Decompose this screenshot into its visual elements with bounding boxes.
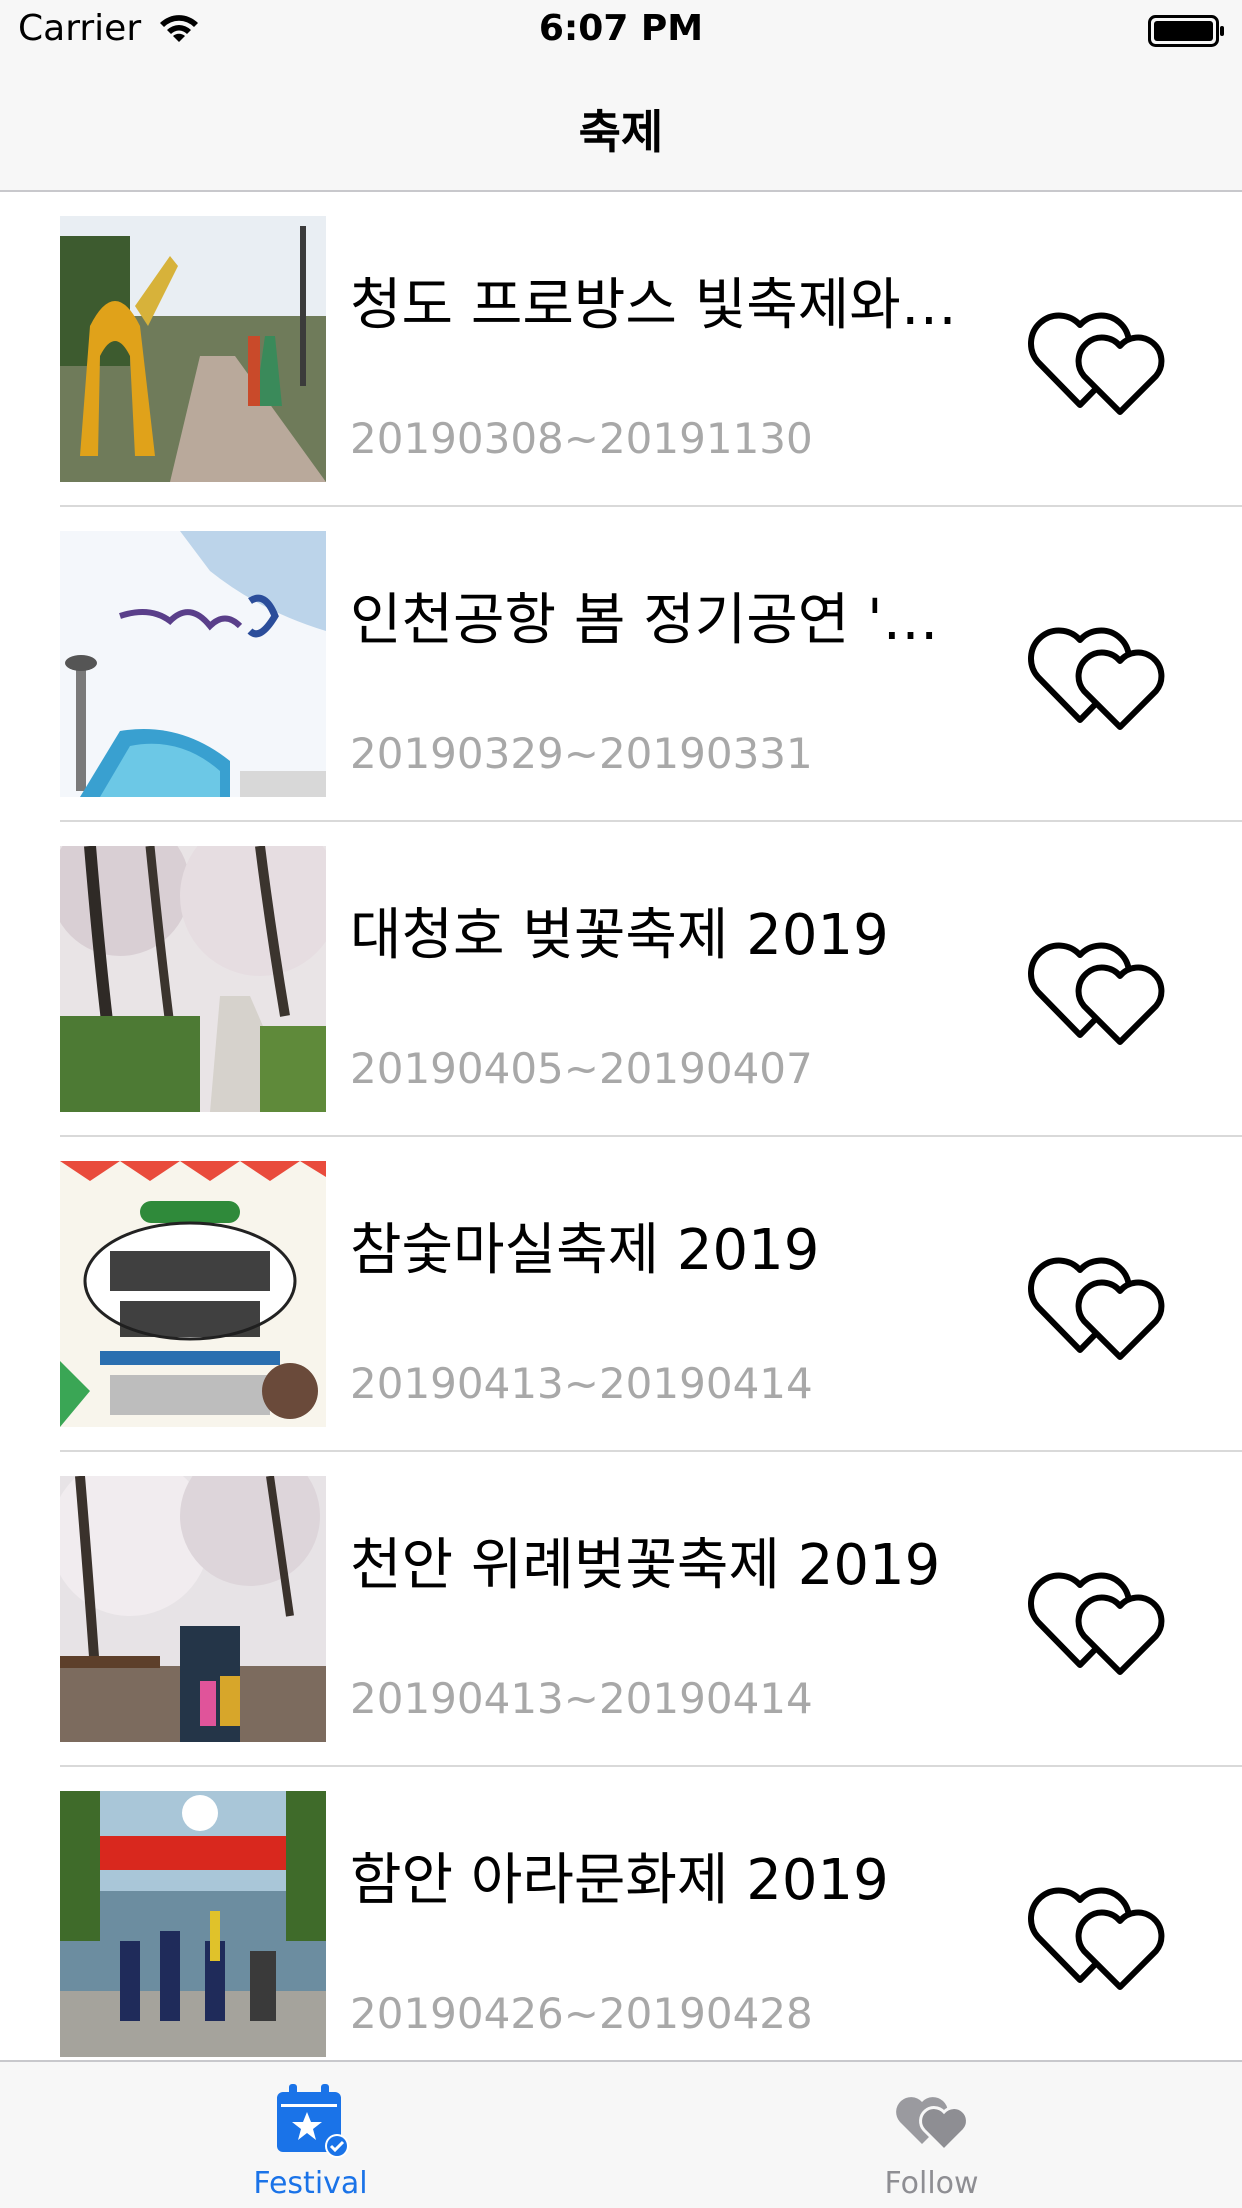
festival-title: 대청호 벚꽃축제 2019	[350, 903, 889, 968]
festival-thumbnail	[60, 531, 326, 797]
follow-hearts-icon[interactable]	[1020, 1225, 1180, 1365]
festival-row[interactable]: 참숯마실축제 2019 20190413~20190414	[0, 1137, 1242, 1452]
festival-date: 20190405~20190407	[350, 1044, 813, 1093]
calendar-star-icon	[276, 2084, 349, 2158]
tab-follow[interactable]: Follow	[621, 2062, 1242, 2208]
screen: Carrier 6:07 PM 축제 청도 프로방스 빛축제와 달 201903…	[0, 0, 1242, 2208]
festival-title: 천안 위례벚꽃축제 2019	[350, 1533, 941, 1598]
follow-hearts-icon[interactable]	[1020, 595, 1180, 735]
festival-thumbnail	[60, 216, 326, 482]
festival-date: 20190308~20191130	[350, 414, 813, 463]
festival-thumbnail	[60, 1161, 326, 1427]
festival-date: 20190426~20190428	[350, 1989, 813, 2038]
festival-row[interactable]: 대청호 벚꽃축제 2019 20190405~20190407	[0, 822, 1242, 1137]
status-time: 6:07 PM	[538, 8, 704, 49]
follow-hearts-icon[interactable]	[1020, 280, 1180, 420]
festival-title: 참숯마실축제 2019	[350, 1218, 820, 1283]
festival-row[interactable]: 함안 아라문화제 2019 20190426~20190428	[0, 1767, 1242, 2060]
festival-title: 청도 프로방스 빛축제와 달빛정원	[350, 273, 970, 338]
tab-bar: Festival Follow	[0, 2060, 1242, 2208]
follow-hearts-icon[interactable]	[1020, 1540, 1180, 1680]
status-bar: Carrier 6:07 PM	[0, 0, 1242, 60]
festival-thumbnail	[60, 846, 326, 1112]
hearts-icon	[895, 2097, 969, 2153]
festival-thumbnail	[60, 1476, 326, 1742]
festival-row[interactable]: 천안 위례벚꽃축제 2019 20190413~20190414	[0, 1452, 1242, 1767]
festival-date: 20190329~20190331	[350, 729, 813, 778]
festival-row[interactable]: 인천공항 봄 정기공연 'Hello Spring' 20190329~2019…	[0, 507, 1242, 822]
follow-hearts-icon[interactable]	[1020, 1855, 1180, 1995]
festival-title: 인천공항 봄 정기공연 'Hello Spring'	[350, 588, 970, 653]
festival-date: 20190413~20190414	[350, 1359, 813, 1408]
festival-date: 20190413~20190414	[350, 1674, 813, 1723]
festival-thumbnail	[60, 1791, 326, 2057]
page-title: 축제	[578, 105, 664, 159]
battery-icon	[1148, 15, 1224, 47]
tab-festival[interactable]: Festival	[0, 2062, 621, 2208]
tab-follow-label: Follow	[884, 2166, 979, 2201]
festival-title: 함안 아라문화제 2019	[350, 1848, 889, 1913]
tab-festival-label: Festival	[253, 2166, 368, 2201]
navigation-bar: 축제	[0, 60, 1242, 192]
festival-row[interactable]: 청도 프로방스 빛축제와 달빛정원 20190308~20191130	[0, 192, 1242, 507]
festival-list[interactable]: 청도 프로방스 빛축제와 달빛정원 20190308~20191130	[0, 192, 1242, 2060]
follow-hearts-icon[interactable]	[1020, 910, 1180, 1050]
